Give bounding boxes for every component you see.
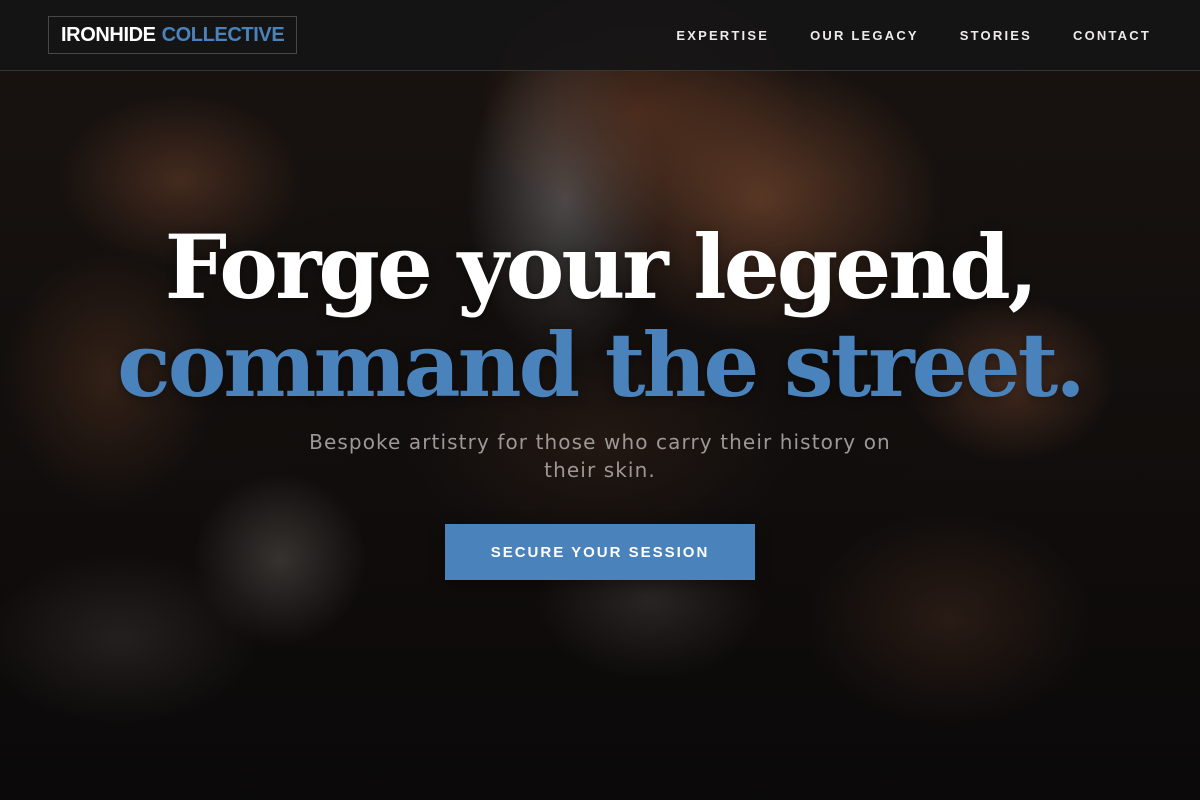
hero-subheading: Bespoke artistry for those who carry the…: [309, 430, 891, 482]
headline-line-2: command the street.: [117, 313, 1086, 417]
hero-section: Forge your legend, command the street. B…: [0, 0, 1200, 800]
hero-headline: Forge your legend, command the street.: [0, 218, 1200, 414]
headline-line-1: Forge your legend,: [164, 215, 1039, 319]
secure-session-button[interactable]: SECURE YOUR SESSION: [445, 524, 755, 580]
landing-page: IRONHIDE COLLECTIVE EXPERTISE OUR LEGACY…: [0, 0, 1200, 800]
